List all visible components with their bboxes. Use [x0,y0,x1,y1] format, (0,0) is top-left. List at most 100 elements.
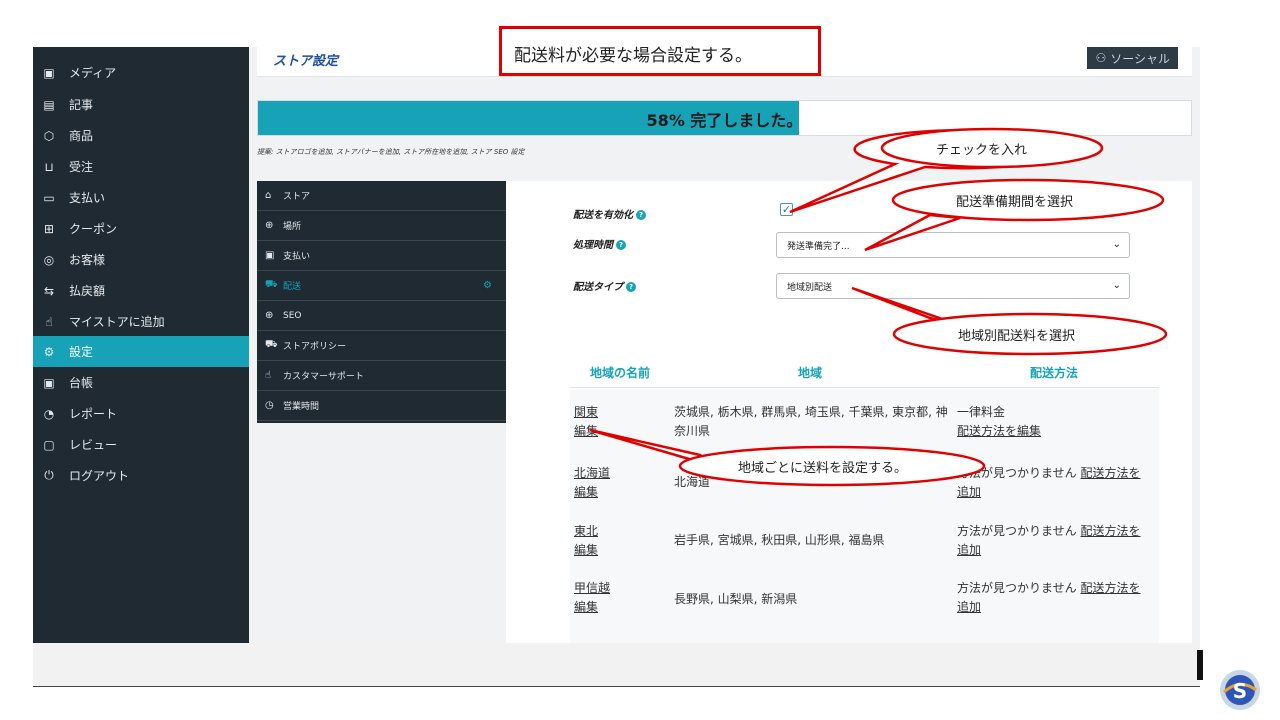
sidebar-item-label: ログアウト [69,469,130,483]
shipping-type-text: 配送タイプ [573,282,623,293]
annotation-box: 配送料が必要な場合設定する。 [499,26,821,76]
refund-icon: ⇆ [43,283,55,298]
shipping-type-label: 配送タイプ? [573,278,636,293]
submenu-item-payment[interactable]: ▣ 支払い [257,241,506,271]
page-title: ストア設定 [273,54,339,69]
document-icon: ▤ [43,97,55,112]
sidebar-item-orders[interactable]: ⊔ 受注 [33,151,249,182]
settings-submenu: ⌂ ストア ⊕ 場所 ▣ 支払い ⛟ 配送 ⚙ ⊕ SEO ⛟ ストアポリシー ☝ カスタマーサ… [257,181,506,423]
policy-icon: ⛟ [265,339,278,350]
column-header-zone-name: 地域の名前 [590,366,651,380]
processing-time-select[interactable]: 発送準備完了... ⌄ [776,232,1130,258]
info-icon: ? [626,282,636,292]
processing-time-text: 処理時間 [573,240,613,251]
submenu-item-label: ストアポリシー [283,342,347,352]
enable-shipping-checkbox[interactable]: ✓ [780,203,793,216]
power-icon: ⏻ [44,468,54,482]
user-icon: ◎ [43,252,55,267]
zone-regions: 茨城県, 栃木県, 群馬県, 埼玉県, 千葉県, 東京都, 神奈川県 [674,405,948,438]
sidebar-item-add-to-store[interactable]: ☝ マイストアに追加 [33,306,249,337]
submenu-item-label: 営業時間 [283,402,320,412]
sidebar-item-label: 支払い [69,191,106,205]
sidebar-item-articles[interactable]: ▤ 記事 [33,89,249,120]
hand-icon: ☝ [45,314,53,329]
submenu-item-location[interactable]: ⊕ 場所 [257,211,506,241]
processing-time-label: 処理時間? [573,236,626,251]
zone-edit-link[interactable]: 編集 [574,483,610,502]
zone-regions: 長野県, 山梨県, 新潟県 [674,592,798,606]
sidebar-item-customers[interactable]: ◎ お客様 [33,244,249,275]
callout-per-region-text: 地域ごとに送料を設定する。 [738,461,908,476]
zone-method: 方法が見つかりません 配送方法を追加 [957,522,1152,560]
chevron-down-icon: ⌄ [1112,280,1121,291]
suggestion-text: 提案: ストアロゴを追加, ストアバナーを追加, ストア所在地を追加, ストア … [257,148,525,156]
progress-percent: 58% [646,111,685,130]
enable-shipping-label: 配送を有効化? [573,206,646,221]
gear-icon: ⚙ [483,280,492,291]
sidebar-item-label: 記事 [69,98,94,112]
sidebar-item-products[interactable]: ⬡ 商品 [33,120,249,151]
zone-name-link[interactable]: 甲信越 [574,579,610,598]
social-button-label: ソーシャル [1110,51,1170,66]
zone-name-link[interactable]: 北海道 [574,464,610,483]
sidebar-item-payments[interactable]: ▭ 支払い [33,182,249,213]
sidebar-item-label: お客様 [69,253,106,267]
zone-edit-link[interactable]: 編集 [574,422,598,441]
progress-text: 完了しました。 [690,111,803,130]
submenu-item-label: 配送 [283,282,302,292]
sidebar-item-reviews[interactable]: ▢ レビュー [33,429,249,460]
zones-table-header: 地域の名前 地域 配送方法 [570,356,1159,388]
zone-name-link[interactable]: 関東 [574,403,598,422]
svg-text:S: S [1233,679,1247,703]
scroll-edge-marker [1197,650,1203,680]
shipping-type-value: 地域別配送 [787,282,833,293]
social-button[interactable]: ⚇ ソーシャル [1087,47,1178,69]
zone-regions: 岩手県, 宮城県, 秋田県, 山形県, 福島県 [674,533,885,547]
box-icon: ⬡ [43,128,55,143]
zone-edit-link[interactable]: 編集 [574,598,610,617]
info-icon: ? [616,240,626,250]
brand-logo-icon: S [1220,670,1260,710]
zone-method: 一律料金 配送方法を編集 [957,403,1152,441]
submenu-item-support[interactable]: ☝ カスタマーサポート [257,361,506,391]
cart-icon: ⊔ [44,159,54,174]
zone-regions: 北海道 [674,475,711,489]
globe-icon: ⊕ [265,310,274,321]
submenu-item-hours[interactable]: ◷ 営業時間 [257,391,506,421]
sidebar-item-label: 台帳 [69,376,94,390]
submenu-item-store[interactable]: ⌂ ストア [257,181,506,211]
sidebar-item-label: レポート [69,407,118,421]
processing-time-value: 発送準備完了... [787,241,850,252]
submenu-item-seo[interactable]: ⊕ SEO [257,301,506,331]
sidebar-item-refunds[interactable]: ⇆ 払戻額 [33,275,249,306]
sidebar-item-reports[interactable]: ◔ レポート [33,398,249,429]
zone-method: 方法が見つかりません 配送方法を追加 [957,579,1152,617]
sidebar-item-logout[interactable]: ⏻ ログアウト [33,460,249,491]
sidebar-item-label: 払戻額 [69,284,106,298]
callout-prep-text: 配送準備期間を選択 [956,195,1074,210]
truck-icon: ⛟ [265,279,278,290]
submenu-item-shipping[interactable]: ⛟ 配送 ⚙ [257,271,506,301]
submenu-item-label: SEO [283,310,302,321]
info-icon: ? [636,210,646,220]
gift-icon: ⊞ [43,221,55,236]
bag-icon: ⌂ [265,190,272,201]
shipping-type-select[interactable]: 地域別配送 ⌄ [776,273,1130,299]
zone-method-text: 方法が見つかりません [957,466,1077,480]
sidebar-item-label: マイストアに追加 [69,315,165,329]
zone-edit-link[interactable]: 編集 [574,541,598,560]
submenu-item-label: カスタマーサポート [283,372,364,382]
submenu-item-label: 場所 [283,222,302,232]
enable-shipping-text: 配送を有効化 [573,210,633,221]
column-header-regions: 地域 [798,366,823,380]
sidebar-item-coupons[interactable]: ⊞ クーポン [33,213,249,244]
zone-name-link[interactable]: 東北 [574,522,598,541]
sidebar-item-ledger[interactable]: ▣ 台帳 [33,367,249,398]
submenu-item-policy[interactable]: ⛟ ストアポリシー [257,331,506,361]
zone-method-link[interactable]: 配送方法を編集 [957,422,1152,441]
sidebar-item-settings[interactable]: ⚙ 設定 [33,336,249,367]
sidebar-item-media[interactable]: ▣ メディア [33,57,249,88]
table-row: 甲信越 編集 [574,579,610,617]
money-icon: ▣ [265,250,275,261]
sidebar-item-label: 設定 [69,345,94,359]
